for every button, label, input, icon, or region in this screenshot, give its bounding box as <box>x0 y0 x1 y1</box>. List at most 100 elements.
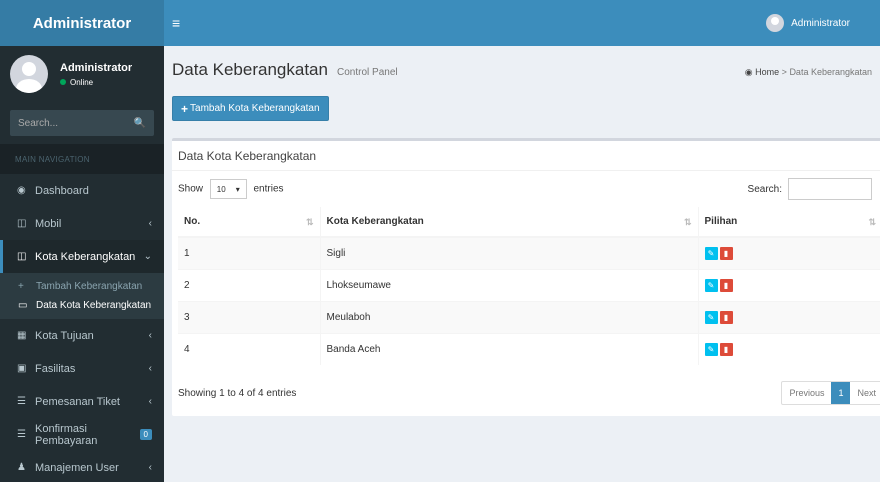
column-header-pilihan[interactable]: Pilihan ⇅ <box>697 207 880 238</box>
sidebar-item-fasilitas[interactable]: ▣ Fasilitas ‹ <box>0 352 164 385</box>
sidebar-item-label: Dashboard <box>35 184 89 197</box>
table-row: 1 Sigli ✎ ▮ <box>178 236 880 269</box>
top-navbar: ≡ Administrator <box>164 0 880 46</box>
cell-actions: ✎ ▮ <box>697 236 880 269</box>
sidebar-item-label: Mobil <box>35 217 62 230</box>
sort-asc-icon: ⇅ <box>305 217 314 227</box>
sidebar-search-input[interactable]: Search... 🔍 <box>10 110 154 136</box>
online-status: Online <box>60 78 132 87</box>
sidebar: Administrator Administrator Online Searc… <box>0 0 164 482</box>
app-logo[interactable]: Administrator <box>0 0 164 46</box>
cell-kota: Banda Aceh <box>319 332 698 365</box>
trash-icon[interactable]: ▮ <box>719 278 733 292</box>
column-header-no[interactable]: No. ⇅ <box>178 207 320 238</box>
building-icon: ▦ <box>17 330 27 341</box>
user-name: Administrator <box>60 61 133 74</box>
table-row: 3 Meulaboh ✎ ▮ <box>178 300 880 333</box>
plus-icon: + <box>18 281 24 292</box>
chevron-left-icon: ‹ <box>148 218 152 229</box>
car-icon: ◫ <box>17 251 27 262</box>
sidebar-item-pemesanan-tiket[interactable]: ☰ Pemesanan Tiket ‹ <box>0 385 164 418</box>
cell-kota: Meulaboh <box>319 300 698 333</box>
chevron-left-icon: ‹ <box>148 363 152 374</box>
submenu-item-data-kota[interactable]: ▭ Data Kota Keberangkatan <box>0 296 164 315</box>
pagination-page-1[interactable]: 1 <box>831 382 851 404</box>
sidebar-item-label: Kota Tujuan <box>35 329 94 342</box>
table-row: 2 Lhokseumawe ✎ ▮ <box>178 268 880 301</box>
column-header-kota[interactable]: Kota Keberangkatan ⇅ <box>319 207 698 238</box>
column-header-label: Kota Keberangkatan <box>326 216 424 227</box>
show-entries: Show 10 ▾ entries <box>178 179 284 199</box>
online-dot-icon <box>60 79 66 85</box>
submenu-item-label: Tambah Keberangkatan <box>36 281 143 292</box>
page-subtitle: Control Panel <box>337 67 398 78</box>
data-table: No. ⇅ Kota Keberangkatan ⇅ Pilihan ⇅ 1 S… <box>178 207 880 365</box>
breadcrumb: ◉ Home > Data Keberangkatan <box>745 67 880 78</box>
breadcrumb-home[interactable]: ◉ Home <box>745 67 779 77</box>
search-icon[interactable]: 🔍 <box>134 118 146 129</box>
chevron-left-icon: ‹ <box>148 462 152 473</box>
sidebar-item-mobil[interactable]: ◫ Mobil ‹ <box>0 207 164 240</box>
submenu-item-label: Data Kota Keberangkatan <box>36 300 152 311</box>
sidebar-item-konfirmasi-pembayaran[interactable]: ☰ Konfirmasi Pembayaran 0 <box>0 418 164 451</box>
cell-no: 2 <box>178 268 320 301</box>
pagination: Previous 1 Next <box>781 381 880 405</box>
column-header-label: No. <box>184 216 201 227</box>
pagination-next[interactable]: Next <box>850 382 880 404</box>
cell-kota: Lhokseumawe <box>319 268 698 301</box>
table-search-input[interactable] <box>788 178 872 200</box>
data-box: Data Kota Keberangkatan Show 10 ▾ entrie… <box>172 138 880 416</box>
trash-icon[interactable]: ▮ <box>719 310 733 324</box>
edit-icon[interactable]: ✎ <box>704 342 718 356</box>
page-title: Data Keberangkatan <box>172 60 328 79</box>
sidebar-item-manajemen-user[interactable]: ♟ Manajemen User ‹ <box>0 451 164 482</box>
dashboard-icon: ◉ <box>17 185 26 196</box>
sidebar-item-dashboard[interactable]: ◉ Dashboard <box>0 174 164 207</box>
add-kota-button[interactable]: + Tambah Kota Keberangkatan <box>172 96 329 121</box>
user-menu[interactable]: Administrator <box>766 14 880 32</box>
sidebar-item-label: Kota Keberangkatan <box>35 250 136 263</box>
user-avatar <box>10 55 48 93</box>
table-info: Showing 1 to 4 of 4 entries <box>178 387 297 399</box>
edit-icon[interactable]: ✎ <box>704 246 718 260</box>
online-label: Online <box>70 77 94 87</box>
image-icon: ▣ <box>17 363 27 374</box>
nav-section-header: MAIN NAVIGATION <box>0 144 164 174</box>
cell-no: 4 <box>178 332 320 365</box>
sidebar-item-kota-tujuan[interactable]: ▦ Kota Tujuan ‹ <box>0 319 164 352</box>
table-row: 4 Banda Aceh ✎ ▮ <box>178 332 880 365</box>
trash-icon[interactable]: ▮ <box>719 342 733 356</box>
user-panel: Administrator Online <box>0 46 164 102</box>
monitor-icon: ▭ <box>18 300 28 311</box>
chevron-left-icon: ‹ <box>148 330 152 341</box>
sidebar-search-placeholder: Search... <box>18 117 59 129</box>
submenu-item-tambah[interactable]: + Tambah Keberangkatan <box>0 277 164 296</box>
chevron-down-icon: ⌄ <box>143 251 152 262</box>
trash-icon[interactable]: ▮ <box>719 246 733 260</box>
edit-icon[interactable]: ✎ <box>704 278 718 292</box>
submenu: + Tambah Keberangkatan ▭ Data Kota Keber… <box>0 273 164 319</box>
sidebar-item-label: Konfirmasi Pembayaran <box>35 422 98 447</box>
cell-no: 1 <box>178 236 320 269</box>
cell-actions: ✎ ▮ <box>697 268 880 301</box>
dashboard-icon: ◉ <box>744 67 753 77</box>
breadcrumb-current: Data Keberangkatan <box>789 67 872 77</box>
edit-icon[interactable]: ✎ <box>704 310 718 324</box>
sidebar-item-kota-keberangkatan[interactable]: ◫ Kota Keberangkatan ⌄ <box>0 240 164 273</box>
pagination-previous[interactable]: Previous <box>782 382 831 404</box>
user-icon: ♟ <box>17 462 26 473</box>
entries-label: entries <box>253 183 284 195</box>
user-menu-name: Administrator <box>791 17 850 29</box>
box-title: Data Kota Keberangkatan <box>172 141 880 171</box>
car-icon: ◫ <box>17 218 27 229</box>
plus-icon: + <box>181 101 189 116</box>
cell-kota: Sigli <box>319 236 698 269</box>
cell-actions: ✎ ▮ <box>697 300 880 333</box>
entries-select-value: 10 <box>216 184 226 194</box>
column-header-label: Pilihan <box>704 216 738 227</box>
table-search: Search: <box>748 178 880 200</box>
hamburger-icon[interactable]: ≡ <box>164 15 180 31</box>
breadcrumb-separator: > <box>781 67 787 77</box>
entries-select[interactable]: 10 ▾ <box>209 179 247 199</box>
sidebar-item-label: Manajemen User <box>35 461 119 474</box>
